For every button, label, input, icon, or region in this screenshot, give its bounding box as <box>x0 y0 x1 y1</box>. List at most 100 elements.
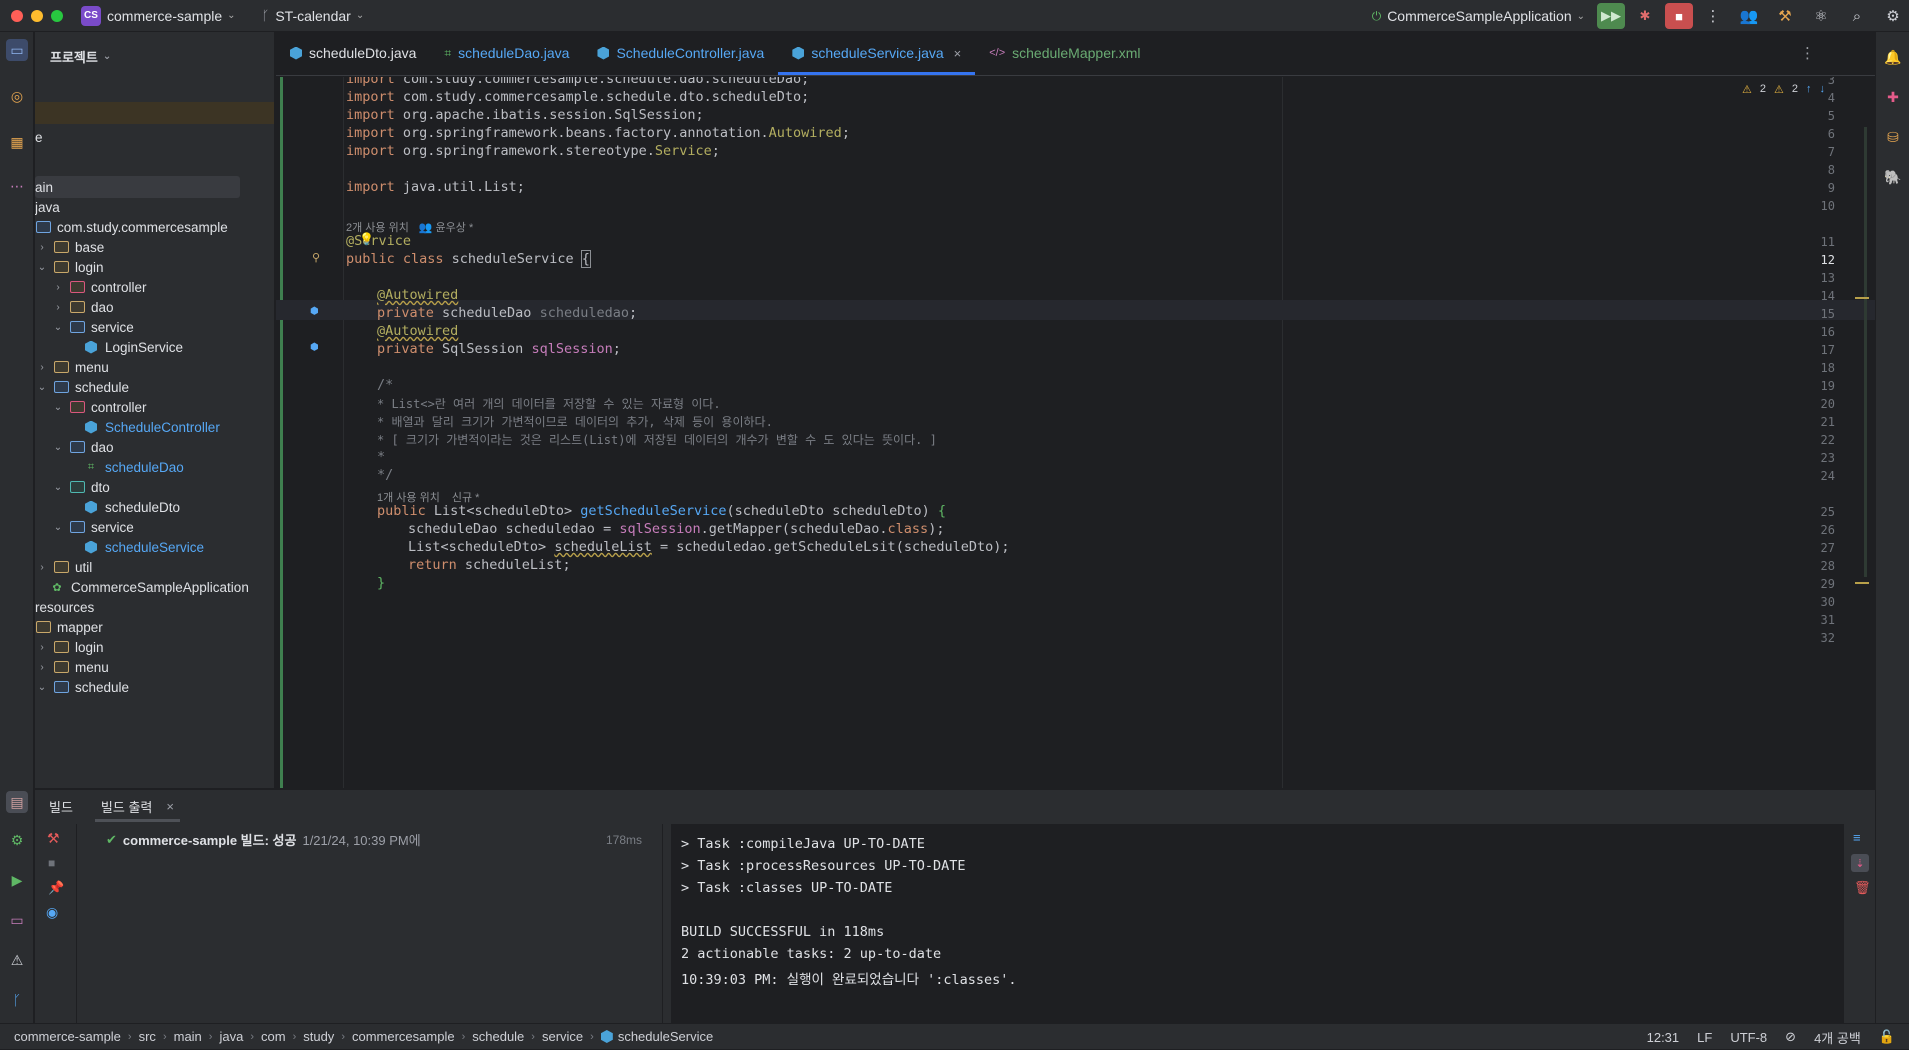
arrow-up-icon[interactable]: ↑ <box>1806 83 1812 96</box>
zoom-window-button[interactable] <box>51 9 63 22</box>
gradle-icon[interactable]: 🐘 <box>1882 166 1904 188</box>
run-tool-icon[interactable]: ▶ <box>6 869 28 891</box>
tab-scheduleMapper[interactable]: </> scheduleMapper.xml <box>975 31 1154 75</box>
breadcrumb-item[interactable]: com <box>261 1029 286 1044</box>
structure-tool-icon[interactable]: ▦ <box>6 131 28 153</box>
stop-button[interactable]: ■ <box>1665 3 1693 29</box>
tree-row[interactable]: › menu <box>35 356 274 378</box>
bean-gutter-icon[interactable]: ⬢ <box>310 342 319 353</box>
tree-row[interactable]: com.study.commercesample <box>35 216 274 238</box>
tree-row[interactable]: ⌄ schedule <box>35 376 274 398</box>
stop-icon[interactable]: ■ <box>48 856 55 870</box>
tree-row[interactable]: mapper <box>35 616 274 638</box>
branch-switcher[interactable]: ST-calendar <box>275 8 350 24</box>
project-switcher[interactable]: commerce-sample <box>107 8 222 24</box>
tree-row[interactable]: ⌗ scheduleDao <box>35 456 274 478</box>
tree-row-selected[interactable]: ain <box>35 176 240 198</box>
debug-icon[interactable]: ✱ <box>1631 3 1659 29</box>
tree-row[interactable]: ⌄ service <box>35 516 274 538</box>
project-panel-header[interactable]: 프로젝트 ⌄ <box>35 32 274 80</box>
close-window-button[interactable] <box>11 9 23 22</box>
breadcrumb-item[interactable]: service <box>542 1029 583 1044</box>
services-tool-icon[interactable]: ⚙ <box>6 829 28 851</box>
build-tool-icon[interactable]: ▤ <box>6 791 28 813</box>
tree-row[interactable]: LoginService <box>35 336 274 358</box>
no-inspections-icon[interactable]: ⊘ <box>1785 1029 1796 1045</box>
minimize-window-button[interactable] <box>31 9 43 22</box>
tree-row[interactable]: › dao <box>35 296 274 318</box>
indent-setting[interactable]: 4개 공백 <box>1814 1028 1861 1047</box>
tree-row[interactable]: › menu <box>35 656 274 678</box>
plugin-icon[interactable]: ✚ <box>1882 86 1904 108</box>
hammer-icon[interactable]: ⚒ <box>47 830 60 847</box>
problems-tool-icon[interactable]: ⚠ <box>6 949 28 971</box>
breadcrumb-item[interactable]: commercesample <box>352 1029 455 1044</box>
tree-row[interactable]: e <box>35 126 274 148</box>
rerun-button[interactable]: ▶▶ <box>1597 3 1625 29</box>
tab-build[interactable]: 빌드 <box>35 790 87 822</box>
tab-scheduleService[interactable]: scheduleService.java × <box>778 31 976 75</box>
tree-row[interactable]: scheduleService <box>35 536 274 558</box>
git-tool-icon[interactable]: ᚴ <box>6 989 28 1011</box>
tree-row[interactable]: ⌄ schedule <box>35 676 274 698</box>
tab-actions-icon[interactable]: ⋮ <box>1800 44 1815 62</box>
tree-row[interactable]: ✿ CommerceSampleApplication <box>35 576 274 598</box>
lock-icon[interactable]: 🔓 <box>1879 1029 1895 1045</box>
tree-row[interactable]: ⌄ controller <box>35 396 274 418</box>
warning-stripe[interactable] <box>1855 582 1869 584</box>
inspection-widget[interactable]: ⚠ 2 ⚠ 2 ↑ ↓ <box>1742 83 1825 96</box>
breadcrumb-item[interactable]: java <box>219 1029 243 1044</box>
trash-icon[interactable]: 🗑 <box>1854 880 1871 896</box>
tree-row[interactable]: › util <box>35 556 274 578</box>
ai-assistant-icon[interactable]: ⚛ <box>1807 3 1835 29</box>
tree-row[interactable]: ScheduleController <box>35 416 274 438</box>
tree-row[interactable]: › base <box>35 236 274 258</box>
pin-icon[interactable]: 📌 <box>48 880 64 896</box>
breadcrumb-item[interactable]: main <box>174 1029 202 1044</box>
tree-row[interactable]: ⌄ login <box>35 256 274 278</box>
scroll-to-end-icon[interactable]: ⇣ <box>1851 854 1869 872</box>
code-with-me-icon[interactable]: 👥 <box>1735 3 1763 29</box>
soft-wrap-icon[interactable]: ≡ <box>1853 830 1861 845</box>
build-console[interactable]: > Task :compileJava UP-TO-DATE > Task :p… <box>671 824 1844 1024</box>
close-tab-icon[interactable]: × <box>954 46 962 61</box>
tree-row[interactable]: › login <box>35 636 274 658</box>
terminal-tool-icon[interactable]: ▭ <box>6 909 28 931</box>
tree-row[interactable]: ⌄ dao <box>35 436 274 458</box>
tab-scheduleDao[interactable]: ⌗ scheduleDao.java <box>430 31 583 75</box>
tree-row[interactable]: java <box>35 196 274 218</box>
commit-tool-icon[interactable]: ◎ <box>6 85 28 107</box>
line-separator[interactable]: LF <box>1697 1030 1712 1045</box>
close-tab-icon[interactable]: × <box>166 799 174 814</box>
caret-position[interactable]: 12:31 <box>1647 1030 1680 1045</box>
breadcrumb-item[interactable]: study <box>303 1029 334 1044</box>
more-actions-icon[interactable]: ⋮ <box>1699 3 1727 29</box>
more-tools-icon[interactable]: ⋯ <box>6 175 28 197</box>
tree-row[interactable]: › controller <box>35 276 274 298</box>
warning-stripe[interactable] <box>1855 297 1869 299</box>
database-icon[interactable]: ⛁ <box>1882 126 1904 148</box>
project-badge[interactable]: CS <box>81 5 101 26</box>
tree-row[interactable]: ⌄ dto <box>35 476 274 498</box>
project-tool-icon[interactable]: ▭ <box>6 39 28 61</box>
tab-build-output[interactable]: 빌드 출력 × <box>87 790 188 822</box>
arrow-down-icon[interactable]: ↓ <box>1820 83 1826 96</box>
build-result-row[interactable]: ✔ commerce-sample 빌드: 성공 1/21/24, 10:39 … <box>106 830 656 849</box>
breadcrumb-item[interactable]: commerce-sample <box>14 1029 121 1044</box>
lightbulb-icon[interactable]: 💡 <box>359 232 374 246</box>
bean-gutter-icon[interactable]: ⬢ <box>310 306 319 317</box>
eye-icon[interactable]: ◉ <box>46 904 58 921</box>
code-editor[interactable]: ⚠ 2 ⚠ 2 ↑ ↓ 3 4 5 6 7 8 9 10 11 12 13 14 1… <box>276 77 1875 788</box>
settings-icon[interactable]: ⚙ <box>1879 3 1907 29</box>
tree-row[interactable]: ⌄ service <box>35 316 274 338</box>
editor-scrollbar[interactable] <box>1864 127 1867 577</box>
tree-row[interactable]: scheduleDto <box>35 496 274 518</box>
run-configuration-selector[interactable]: ⏻ CommerceSampleApplication ⌄ <box>1372 8 1585 24</box>
build-tools-icon[interactable]: ⚒ <box>1771 3 1799 29</box>
breadcrumb-item[interactable]: src <box>139 1029 156 1044</box>
search-icon[interactable]: ⌕ <box>1843 3 1871 29</box>
tab-scheduleDto[interactable]: scheduleDto.java <box>276 31 430 75</box>
notifications-icon[interactable]: 🔔 <box>1882 46 1904 68</box>
file-encoding[interactable]: UTF-8 <box>1730 1030 1767 1045</box>
tree-row[interactable]: resources <box>35 596 274 618</box>
